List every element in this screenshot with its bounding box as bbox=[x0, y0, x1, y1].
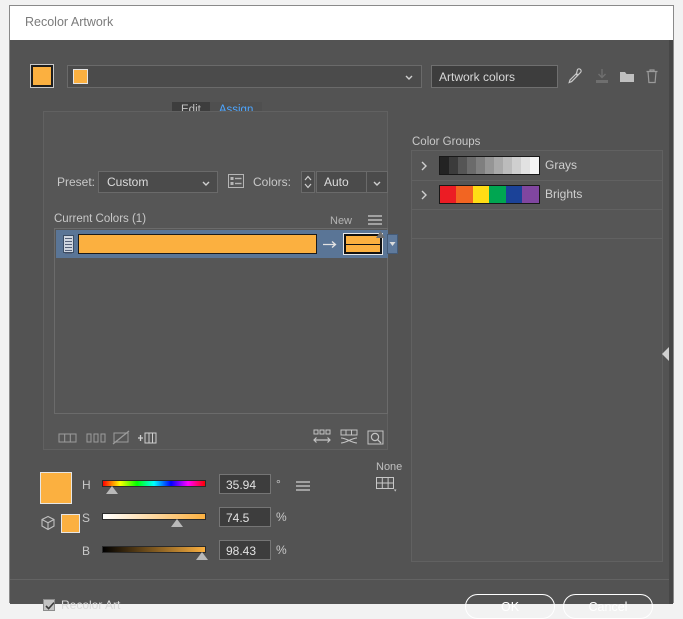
hue-slider-thumb[interactable] bbox=[106, 486, 119, 494]
save-color-group-icon bbox=[592, 66, 612, 86]
color-group-swatch[interactable] bbox=[521, 157, 530, 174]
saturation-label: S bbox=[82, 511, 91, 525]
stepper-arrows-icon bbox=[304, 175, 312, 189]
row-dropdown-button[interactable] bbox=[387, 234, 398, 254]
grouped-columns-icon[interactable] bbox=[58, 431, 78, 447]
color-group-swatch[interactable] bbox=[494, 157, 503, 174]
color-group-name-field[interactable]: Artwork colors bbox=[431, 65, 558, 88]
color-reduction-options-icon[interactable] bbox=[228, 174, 244, 188]
scroll-up-arrow-icon[interactable] bbox=[376, 231, 385, 238]
color-group-swatch[interactable] bbox=[530, 157, 539, 174]
panel-menu-icon[interactable] bbox=[367, 214, 383, 226]
color-group-swatch[interactable] bbox=[512, 157, 521, 174]
color-group-empty-row[interactable] bbox=[412, 209, 662, 239]
selected-color-preview[interactable] bbox=[40, 472, 72, 504]
preset-dropdown[interactable]: Custom bbox=[98, 171, 218, 193]
color-group-swatch[interactable] bbox=[505, 186, 523, 203]
ok-button[interactable]: OK bbox=[465, 594, 555, 619]
color-group-swatch[interactable] bbox=[472, 186, 490, 203]
eyedropper-icon[interactable] bbox=[564, 66, 584, 86]
color-group-swatch[interactable] bbox=[440, 157, 449, 174]
brightness-slider[interactable] bbox=[102, 546, 206, 553]
color-model-menu-icon[interactable] bbox=[295, 480, 311, 492]
separated-columns-icon[interactable] bbox=[86, 431, 106, 447]
colors-stepper[interactable] bbox=[301, 171, 315, 193]
color-group-swatch[interactable] bbox=[456, 186, 473, 203]
randomize-color-order-icon[interactable] bbox=[312, 429, 334, 445]
none-label: None bbox=[376, 461, 403, 473]
color-group-swatch[interactable] bbox=[467, 157, 476, 174]
add-color-row-icon[interactable] bbox=[138, 430, 158, 446]
color-groups-heading: Color Groups bbox=[412, 136, 481, 148]
color-group-item-brights[interactable]: Brights bbox=[412, 180, 662, 210]
new-color-group-icon[interactable] bbox=[617, 66, 637, 86]
color-group-swatch[interactable] bbox=[458, 157, 467, 174]
colors-dropdown[interactable]: Auto bbox=[316, 171, 388, 193]
current-colors-label: Current Colors (1) bbox=[54, 213, 147, 225]
color-group-swatch[interactable] bbox=[522, 186, 539, 203]
chevron-right-icon[interactable] bbox=[420, 161, 428, 171]
preset-value: Custom bbox=[107, 175, 149, 189]
randomize-saturation-brightness-icon[interactable] bbox=[339, 429, 361, 445]
colors-value: Auto bbox=[324, 175, 349, 189]
brightness-unit: % bbox=[276, 543, 287, 557]
hue-unit: ° bbox=[276, 477, 281, 491]
chevron-down-icon bbox=[202, 181, 210, 186]
color-group-swatch[interactable] bbox=[485, 157, 494, 174]
color-group-item-grays[interactable]: Grays bbox=[412, 151, 662, 181]
color-mode-cube-icon[interactable] bbox=[40, 515, 56, 531]
current-colors-list[interactable] bbox=[54, 228, 398, 414]
chevron-down-icon bbox=[373, 181, 381, 186]
active-color-swatch-button[interactable] bbox=[30, 64, 54, 88]
brightness-label: B bbox=[82, 544, 91, 558]
color-group-swatch[interactable] bbox=[489, 186, 506, 203]
saturation-input[interactable]: 74.5 bbox=[219, 507, 271, 527]
dialog-titlebar: Recolor Artwork bbox=[10, 6, 673, 40]
color-group-swatches[interactable] bbox=[439, 185, 540, 204]
current-color-swatch[interactable] bbox=[78, 234, 317, 254]
color-group-swatch[interactable] bbox=[440, 186, 457, 203]
new-column-label: New bbox=[330, 215, 353, 227]
dialog-title: Recolor Artwork bbox=[25, 15, 114, 29]
footer-divider bbox=[10, 579, 673, 580]
delete-color-group-icon[interactable] bbox=[642, 66, 662, 86]
saturation-slider-thumb[interactable] bbox=[170, 519, 183, 527]
color-source-dropdown[interactable] bbox=[67, 65, 422, 88]
brightness-slider-thumb[interactable] bbox=[195, 552, 208, 560]
color-row[interactable] bbox=[56, 230, 398, 258]
color-swatch-grid-icon[interactable] bbox=[376, 476, 398, 494]
color-mode-swatch[interactable] bbox=[61, 514, 80, 533]
saturation-slider[interactable] bbox=[102, 513, 206, 520]
row-grip-handle[interactable] bbox=[63, 235, 74, 254]
dialog-body: Artwork colors Edit Assign Preset: Custo… bbox=[10, 40, 673, 619]
recolor-artwork-dialog: Recolor Artwork Artwork colors Edit Assi… bbox=[9, 5, 674, 619]
chevron-right-icon[interactable] bbox=[420, 190, 428, 200]
color-group-swatch[interactable] bbox=[503, 157, 512, 174]
color-group-swatches[interactable] bbox=[439, 156, 540, 175]
saturation-unit: % bbox=[276, 510, 287, 524]
color-group-name: Brights bbox=[545, 187, 583, 201]
chevron-down-icon bbox=[389, 242, 396, 246]
color-group-swatch[interactable] bbox=[449, 157, 458, 174]
exclude-colors-icon[interactable] bbox=[112, 430, 132, 446]
cancel-button[interactable]: Cancel bbox=[563, 594, 653, 619]
hue-label: H bbox=[82, 478, 91, 492]
color-group-swatch[interactable] bbox=[476, 157, 485, 174]
recolor-art-checkbox[interactable] bbox=[43, 599, 55, 611]
color-groups-panel: Grays Brights bbox=[411, 150, 663, 562]
arrow-right-icon bbox=[323, 241, 337, 248]
panel-edge bbox=[669, 40, 673, 604]
chevron-down-icon bbox=[405, 75, 413, 80]
color-group-name: Grays bbox=[545, 158, 578, 172]
brightness-input[interactable]: 98.43 bbox=[219, 540, 271, 560]
color-source-swatch bbox=[73, 69, 88, 84]
color-preview-icon[interactable] bbox=[366, 429, 388, 445]
preset-label: Preset: bbox=[57, 175, 96, 189]
hue-input[interactable]: 35.94 bbox=[219, 474, 271, 494]
colors-label: Colors: bbox=[253, 175, 292, 189]
